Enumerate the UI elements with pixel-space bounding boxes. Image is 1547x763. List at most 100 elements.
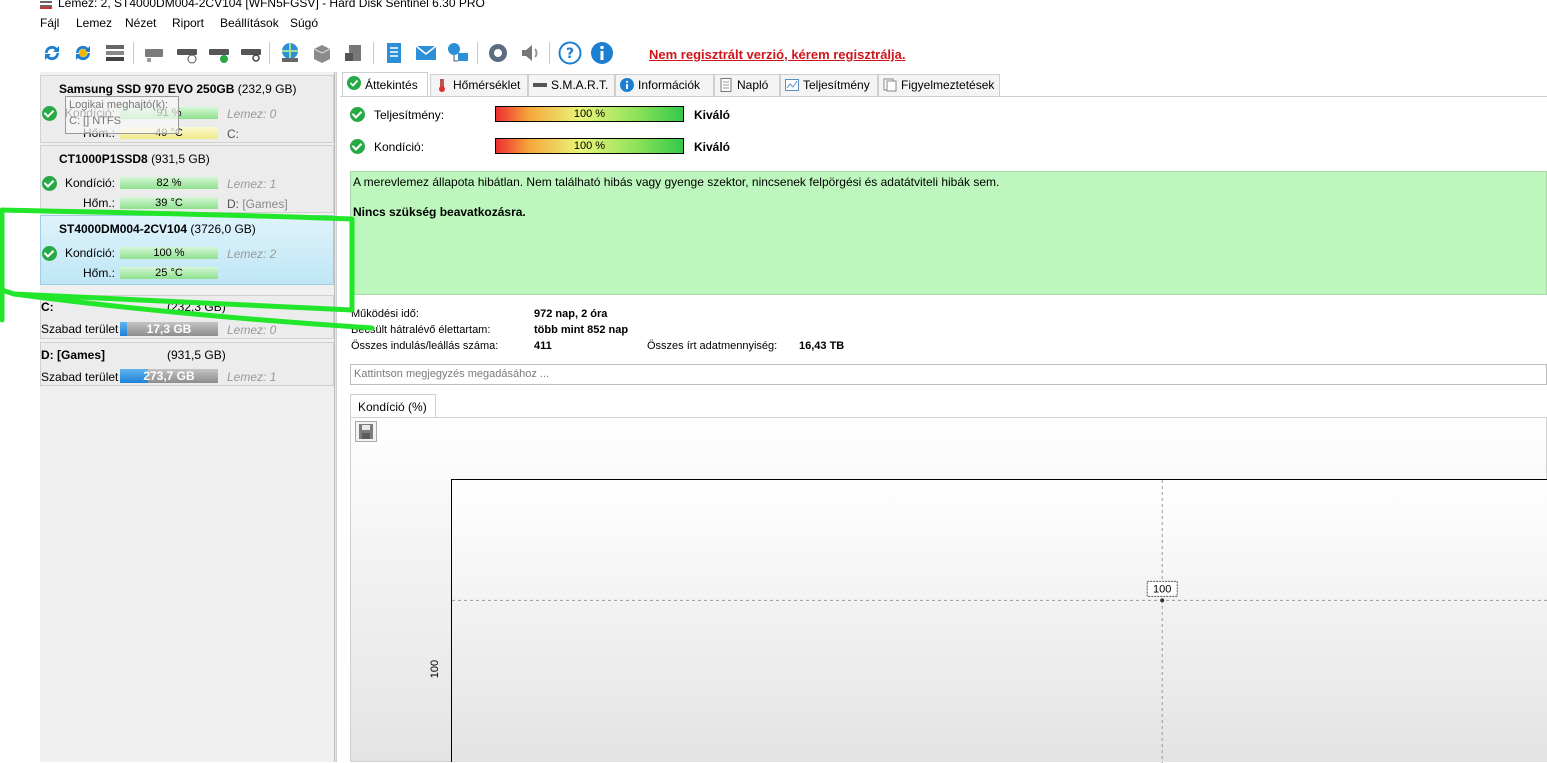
partition-entry-c[interactable]: C: (232,3 GB) Szabad terület 17,3 GB Lem… [40, 295, 334, 339]
condition-bar: 100 % [120, 247, 218, 259]
toolbar-separator [269, 42, 270, 64]
refresh-icon[interactable] [40, 41, 64, 65]
disk-model: ST4000DM004-2CV104 [59, 222, 188, 236]
menu-disk[interactable]: Lemez [76, 16, 112, 30]
info-icon[interactable] [590, 41, 614, 65]
disk-size: (931,5 GB) [151, 152, 210, 166]
disk-size: (232,9 GB) [237, 82, 297, 96]
disk-model: CT1000P1SSD8 [59, 152, 148, 166]
menu-report[interactable]: Riport [172, 16, 204, 30]
start-stop-label: Összes indulás/leállás száma: [351, 340, 499, 352]
server-icon[interactable] [310, 41, 334, 65]
tab-condition-chart[interactable]: Kondíció (%) [350, 394, 436, 418]
performance-chart-icon [785, 79, 799, 91]
drive-letter-text: D: [227, 197, 239, 211]
condition-chart: 100 [452, 480, 1547, 763]
status-message: A merevlemez állapota hibátlan. Nem talá… [353, 175, 1000, 189]
uptime-value: 972 nap, 2 óra [534, 308, 608, 320]
temperature-bar: 25 °C [120, 267, 218, 279]
tab-overview[interactable]: Áttekintés [342, 72, 428, 96]
performance-rating: Kiváló [694, 108, 731, 122]
unregistered-link[interactable]: Nem regisztrált verzió, kérem regisztrál… [649, 47, 906, 62]
tab-label: Napló [737, 78, 769, 92]
sound-icon[interactable] [518, 41, 542, 65]
window-title: Lemez: 2, ST4000DM004-2CV104 [WFN5FGSV] … [58, 0, 485, 10]
tab-smart[interactable]: S.M.A.R.T. [528, 74, 615, 96]
partition-size: (232,3 GB) [167, 300, 226, 314]
condition-ok-icon [350, 139, 365, 154]
written-label: Összes írt adatmennyiség: [647, 340, 778, 352]
disk-entry-samsung[interactable]: Samsung SSD 970 EVO 250GB (232,9 GB) Kon… [40, 75, 334, 143]
disk-number: Lemez: 2 [227, 247, 277, 261]
disk-entry-seagate[interactable]: ST4000DM004-2CV104 (3726,0 GB) Kondíció:… [40, 215, 334, 285]
disk-search-icon[interactable] [239, 41, 263, 65]
save-chart-button[interactable] [355, 421, 377, 442]
title-bar: Lemez: 2, ST4000DM004-2CV104 [WFN5FGSV] … [0, 0, 1547, 12]
data-label: 100 [1153, 583, 1171, 595]
condition-gauge: 100 % [495, 138, 684, 154]
tab-performance[interactable]: Teljesítmény [780, 74, 878, 96]
partition-size: (931,5 GB) [167, 348, 226, 362]
toolbar-separator [549, 42, 550, 64]
performance-ok-icon [350, 107, 365, 122]
tab-information[interactable]: Információk [615, 74, 714, 96]
written-value: 16,43 TB [799, 340, 845, 352]
info-icon [620, 78, 634, 92]
network-icon[interactable] [446, 41, 470, 65]
tab-warnings[interactable]: Figyelmeztetések [878, 74, 1000, 96]
tab-label: Információk [638, 78, 701, 92]
disk-schedule-icon[interactable] [175, 41, 199, 65]
tooltip-title: Logikai meghajtó(k): [69, 99, 169, 111]
status-message-box: A merevlemez állapota hibátlan. Nem talá… [350, 171, 1547, 295]
partition-entry-d[interactable]: D: [Games] (931,5 GB) Szabad terület 273… [40, 342, 334, 386]
disk-list-icon[interactable] [103, 41, 127, 65]
refresh-warning-icon[interactable] [71, 41, 95, 65]
menu-file[interactable]: Fájl [40, 16, 59, 30]
menu-view[interactable]: Nézet [125, 16, 156, 30]
free-space-bar: 273,7 GB [120, 369, 218, 383]
note-input[interactable]: Kattintson megjegyzés megadásához ... [350, 364, 1547, 385]
disk-name: Samsung SSD 970 EVO 250GB (232,9 GB) [59, 82, 296, 96]
help-icon[interactable]: ? [558, 41, 582, 65]
disk-name: CT1000P1SSD8 (931,5 GB) [59, 152, 210, 166]
free-space-fill [120, 322, 127, 336]
disk-size: (3726,0 GB) [190, 222, 256, 236]
settings-icon[interactable] [486, 41, 510, 65]
partition-name: D: [Games] [41, 348, 106, 362]
disk-number: Lemez: 0 [227, 323, 277, 337]
disk-model: Samsung SSD 970 EVO 250GB [59, 82, 235, 96]
menu-help[interactable]: Súgó [290, 16, 318, 30]
condition-bar: 82 % [120, 177, 218, 189]
disk-icon [533, 83, 547, 87]
drive-letter: C: [227, 127, 239, 141]
temperature-bar: 39 °C [120, 197, 218, 209]
warnings-icon [883, 78, 897, 92]
tab-divider [340, 96, 1547, 97]
drive-icon[interactable] [342, 41, 366, 65]
toolbar-separator [133, 42, 134, 64]
disk-icon[interactable] [142, 41, 166, 65]
tab-log[interactable]: Napló [714, 74, 780, 96]
drive-name: [Games] [242, 197, 288, 211]
globe-disk-icon[interactable] [278, 41, 302, 65]
check-circle-icon [347, 76, 361, 90]
disk-check-icon[interactable] [207, 41, 231, 65]
lifetime-value: több mint 852 nap [534, 324, 629, 336]
free-space-value: 273,7 GB [143, 369, 195, 383]
thermometer-icon [439, 79, 445, 92]
disk-entry-crucial[interactable]: CT1000P1SSD8 (931,5 GB) Kondíció: 82 % L… [40, 145, 334, 213]
panel-splitter[interactable] [334, 72, 337, 762]
email-icon[interactable] [414, 41, 438, 65]
tab-label: Figyelmeztetések [901, 78, 995, 92]
free-space-label: Szabad terület [41, 370, 119, 384]
disk-list-panel: Samsung SSD 970 EVO 250GB (232,9 GB) Kon… [40, 72, 334, 762]
tab-label: Hőmérséklet [453, 78, 521, 92]
tab-temperature[interactable]: Hőmérséklet [430, 74, 528, 96]
report-icon[interactable] [382, 41, 406, 65]
free-space-label: Szabad terület [41, 322, 119, 336]
svg-text:?: ? [566, 46, 574, 62]
free-space-value: 17,3 GB [146, 322, 192, 336]
temperature-label: Hőm.: [82, 266, 115, 280]
menu-settings[interactable]: Beállítások [220, 16, 279, 30]
condition-label: Kondíció: [64, 176, 115, 190]
